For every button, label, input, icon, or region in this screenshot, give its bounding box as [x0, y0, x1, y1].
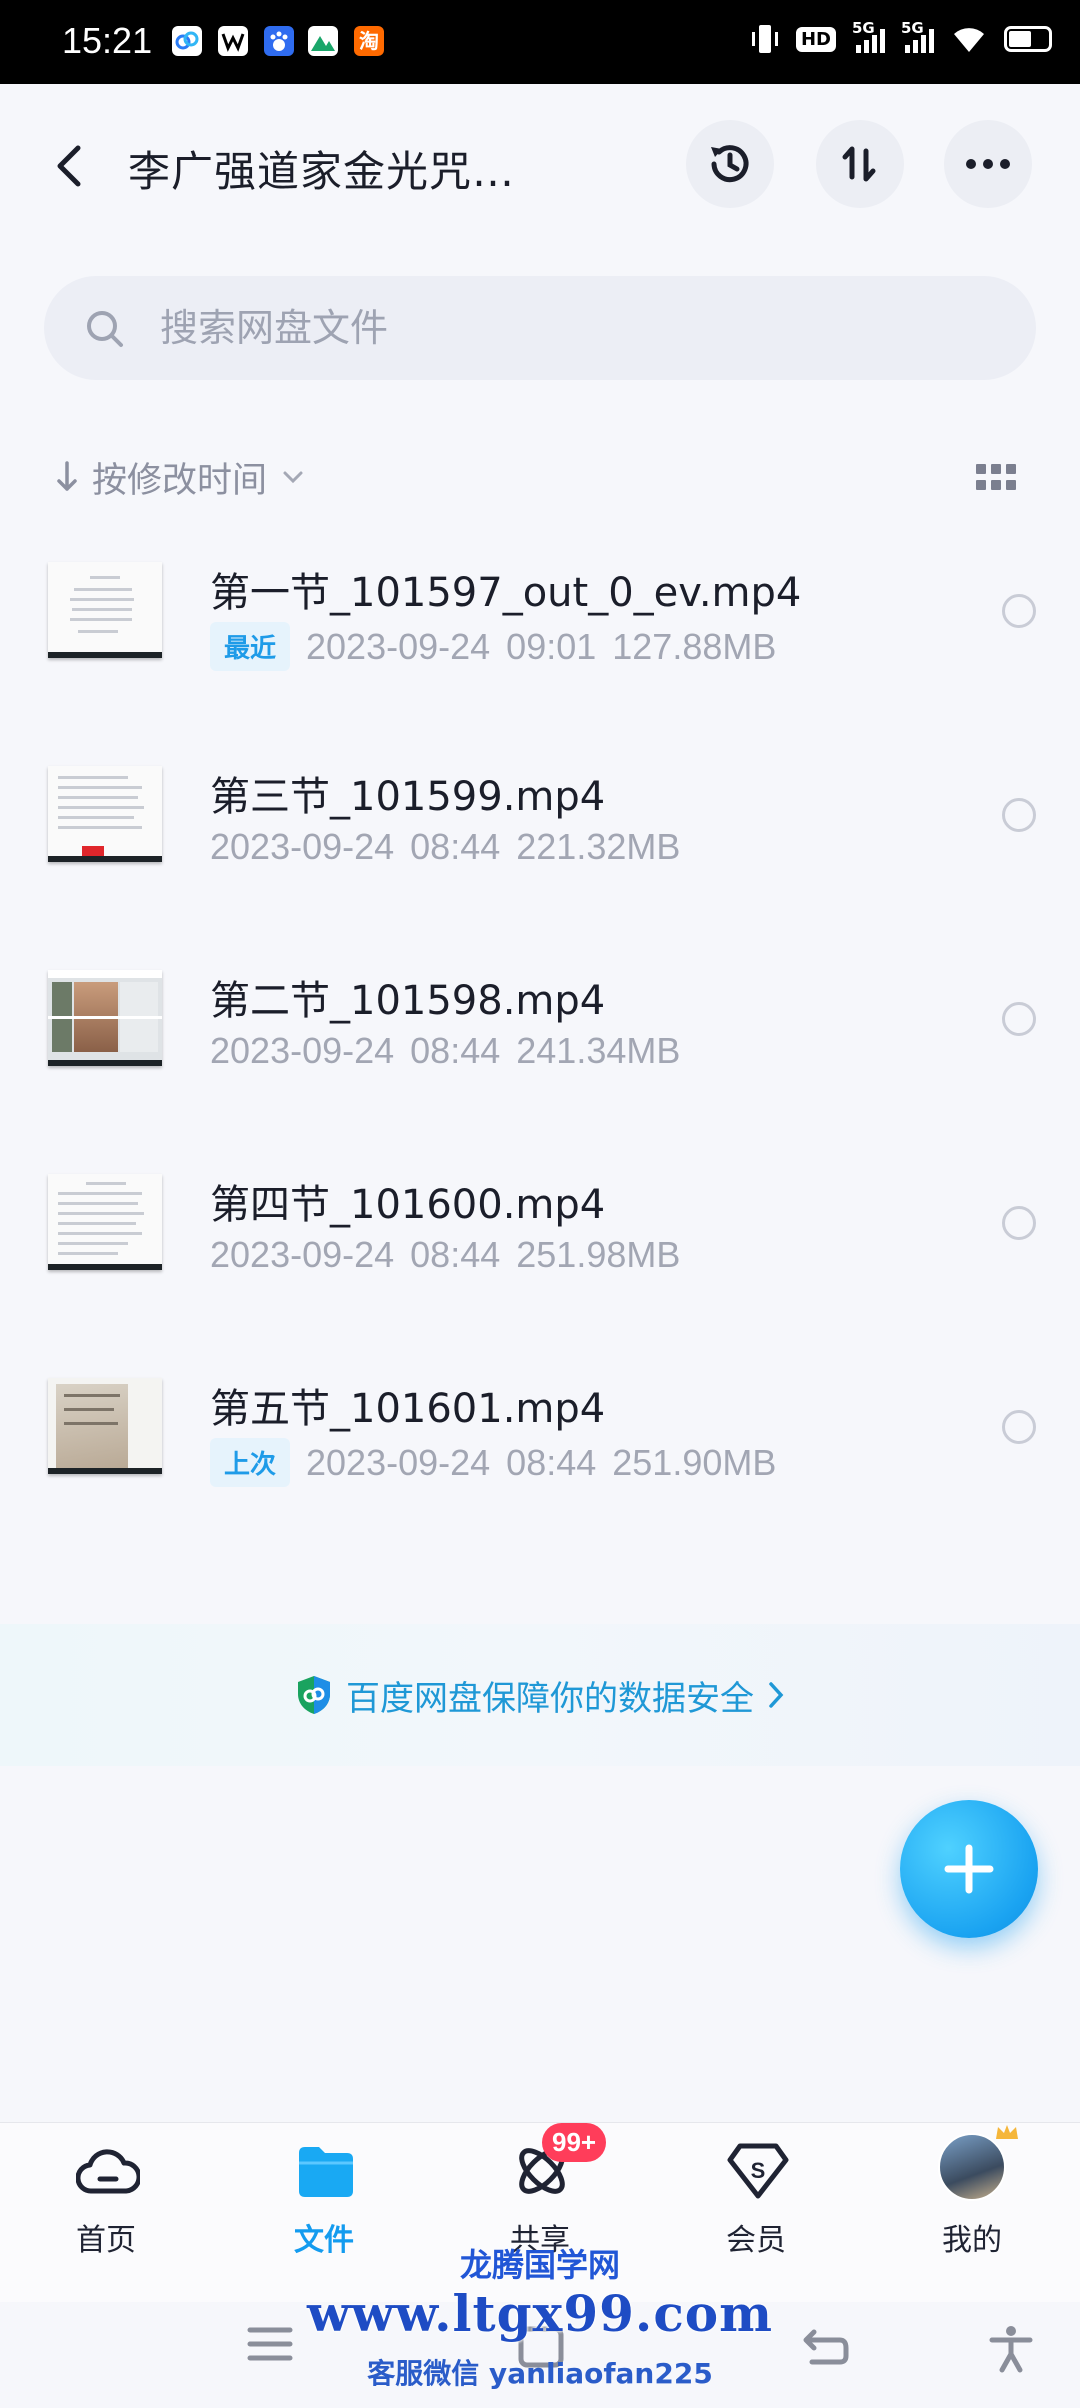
- file-meta: 最近 2023-09-24 09:01 127.88MB: [210, 622, 776, 671]
- svg-text:S: S: [751, 2158, 766, 2183]
- grid-view-icon[interactable]: [976, 464, 1016, 492]
- video-thumbnail: [48, 1174, 162, 1270]
- file-date: 2023-09-24: [306, 625, 491, 667]
- status-indicators: HD 5G 5G: [750, 19, 1052, 56]
- banner-text: 百度网盘保障你的数据安全: [346, 1678, 754, 1719]
- vip-diamond-icon: S: [726, 2139, 790, 2203]
- sort-label: 按修改时间: [92, 460, 268, 501]
- hd-indicator: HD: [795, 26, 836, 52]
- video-thumbnail: [48, 766, 162, 862]
- signal-icon: 5G: [852, 19, 885, 53]
- file-time: 08:44: [410, 1234, 501, 1275]
- cloud-home-icon: [76, 2139, 140, 2203]
- sort-icon: [842, 146, 876, 182]
- search-bar[interactable]: [44, 276, 1036, 380]
- recent-badge: 最近: [210, 622, 291, 671]
- history-icon: [711, 145, 749, 183]
- file-time: 08:44: [506, 1441, 597, 1483]
- file-name: 第五节_101601.mp4: [210, 1386, 606, 1432]
- add-button[interactable]: [900, 1800, 1038, 1938]
- file-size: 251.90MB: [612, 1441, 777, 1483]
- search-icon: [87, 311, 123, 347]
- file-date: 2023-09-24: [210, 826, 395, 867]
- back-button[interactable]: [50, 142, 90, 190]
- file-row[interactable]: 第一节_101597_out_0_ev.mp4 最近 2023-09-24 09…: [0, 526, 1080, 730]
- file-list: 第一节_101597_out_0_ev.mp4 最近 2023-09-24 09…: [0, 526, 1080, 1546]
- shield-icon: [298, 1676, 330, 1714]
- file-meta: 2023-09-24 08:44 251.98MB: [210, 1234, 680, 1276]
- folder-icon: [294, 2139, 358, 2203]
- file-row[interactable]: 第三节_101599.mp4 2023-09-24 08:44 221.32MB: [0, 730, 1080, 934]
- video-thumbnail: [48, 1378, 162, 1474]
- select-checkbox[interactable]: [1002, 1410, 1036, 1444]
- file-time: 09:01: [506, 625, 597, 667]
- top-app-bar: 李广强道家金光咒…: [0, 84, 1080, 244]
- file-date: 2023-09-24: [210, 1234, 395, 1275]
- file-size: 127.88MB: [612, 625, 777, 667]
- notification-badge: 99+: [542, 2123, 607, 2162]
- battery-icon: [1004, 26, 1052, 52]
- file-meta: 上次 2023-09-24 08:44 251.90MB: [210, 1438, 776, 1487]
- history-button[interactable]: [686, 120, 774, 208]
- sort-selector[interactable]: 按修改时间: [56, 452, 305, 502]
- file-meta: 2023-09-24 08:44 221.32MB: [210, 826, 680, 868]
- photos-icon: [308, 26, 338, 56]
- watermark-site-name: 龙腾国学网: [459, 2246, 620, 2284]
- last-opened-badge: 上次: [210, 1438, 291, 1487]
- signal-icon: 5G: [901, 19, 934, 53]
- more-icon: [966, 159, 1010, 169]
- select-checkbox[interactable]: [1002, 594, 1036, 628]
- select-checkbox[interactable]: [1002, 1002, 1036, 1036]
- video-thumbnail: [48, 970, 162, 1066]
- watermark-wechat: 客服微信 yanliaofan225: [367, 2357, 713, 2390]
- select-checkbox[interactable]: [1002, 798, 1036, 832]
- file-name: 第四节_101600.mp4: [210, 1182, 606, 1228]
- video-thumbnail: [48, 562, 162, 658]
- file-name: 第三节_101599.mp4: [210, 774, 606, 820]
- sort-button[interactable]: [816, 120, 904, 208]
- file-meta: 2023-09-24 08:44 241.34MB: [210, 1030, 680, 1072]
- baidu-icon: [264, 26, 294, 56]
- file-size: 221.32MB: [516, 826, 681, 867]
- vibrate-icon: [751, 25, 778, 53]
- status-time: 15:21: [62, 20, 153, 61]
- security-banner[interactable]: 百度网盘保障你的数据安全: [0, 1624, 1080, 1766]
- file-row[interactable]: 第二节_101598.mp4 2023-09-24 08:44 241.34MB: [0, 934, 1080, 1138]
- crown-icon: [996, 2125, 1018, 2139]
- chevron-right-icon: [769, 1682, 784, 1708]
- file-name: 第一节_101597_out_0_ev.mp4: [210, 570, 802, 616]
- select-checkbox[interactable]: [1002, 1206, 1036, 1240]
- file-row[interactable]: 第五节_101601.mp4 上次 2023-09-24 08:44 251.9…: [0, 1342, 1080, 1546]
- status-bar: 15:21 淘 HD 5G 5G: [0, 0, 1080, 84]
- file-row[interactable]: 第四节_101600.mp4 2023-09-24 08:44 251.98MB: [0, 1138, 1080, 1342]
- file-time: 08:44: [410, 826, 501, 867]
- file-size: 251.98MB: [516, 1234, 681, 1275]
- watermark-url: www.ltgx99.com: [306, 2284, 774, 2343]
- wifi-icon: [954, 28, 984, 52]
- taobao-icon: 淘: [354, 26, 384, 56]
- file-date: 2023-09-24: [210, 1030, 395, 1071]
- file-date: 2023-09-24: [306, 1441, 491, 1483]
- avatar: [938, 2133, 1006, 2201]
- chevron-down-icon: [283, 471, 303, 484]
- file-size: 241.34MB: [516, 1030, 681, 1071]
- file-time: 08:44: [410, 1030, 501, 1071]
- baidu-netdisk-icon: [172, 26, 202, 56]
- search-input[interactable]: [160, 276, 1000, 380]
- folder-title: 李广强道家金光咒…: [128, 147, 516, 196]
- wps-icon: [218, 26, 248, 56]
- back-arrow-icon: [57, 145, 81, 187]
- plus-icon: [944, 1844, 994, 1894]
- more-button[interactable]: [944, 120, 1032, 208]
- arrow-down-icon: [57, 461, 77, 491]
- file-name: 第二节_101598.mp4: [210, 978, 606, 1024]
